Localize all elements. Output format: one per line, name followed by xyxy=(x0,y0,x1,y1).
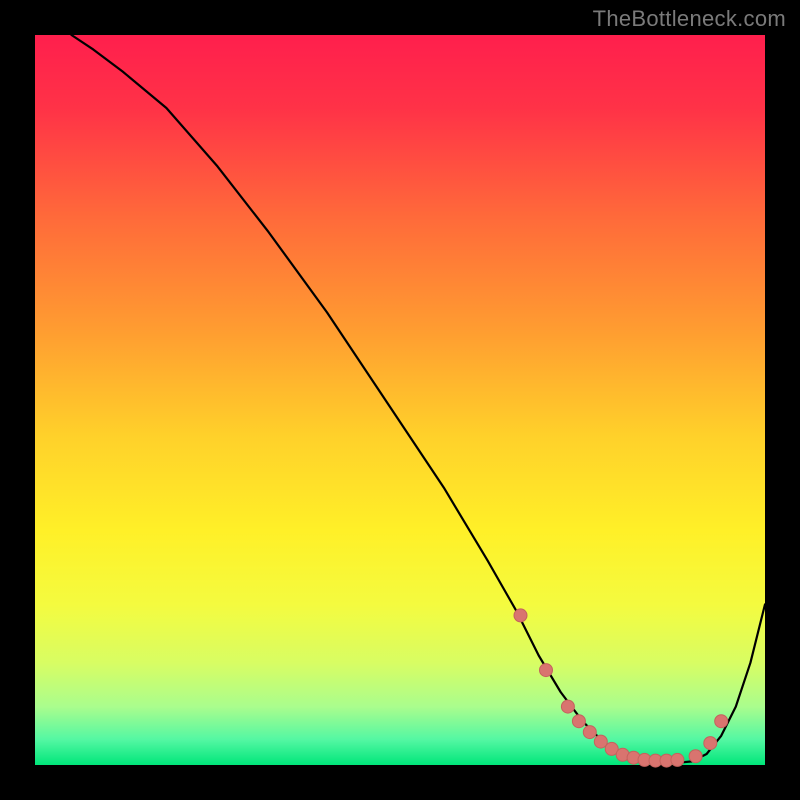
valley-marker xyxy=(540,664,553,677)
valley-marker xyxy=(583,726,596,739)
valley-marker xyxy=(514,609,527,622)
valley-marker xyxy=(704,737,717,750)
valley-marker xyxy=(715,715,728,728)
plot-background xyxy=(35,35,765,765)
valley-marker xyxy=(572,715,585,728)
chart-svg xyxy=(0,0,800,800)
valley-marker xyxy=(561,700,574,713)
valley-marker xyxy=(671,753,684,766)
valley-marker xyxy=(689,750,702,763)
chart-frame: TheBottleneck.com xyxy=(0,0,800,800)
